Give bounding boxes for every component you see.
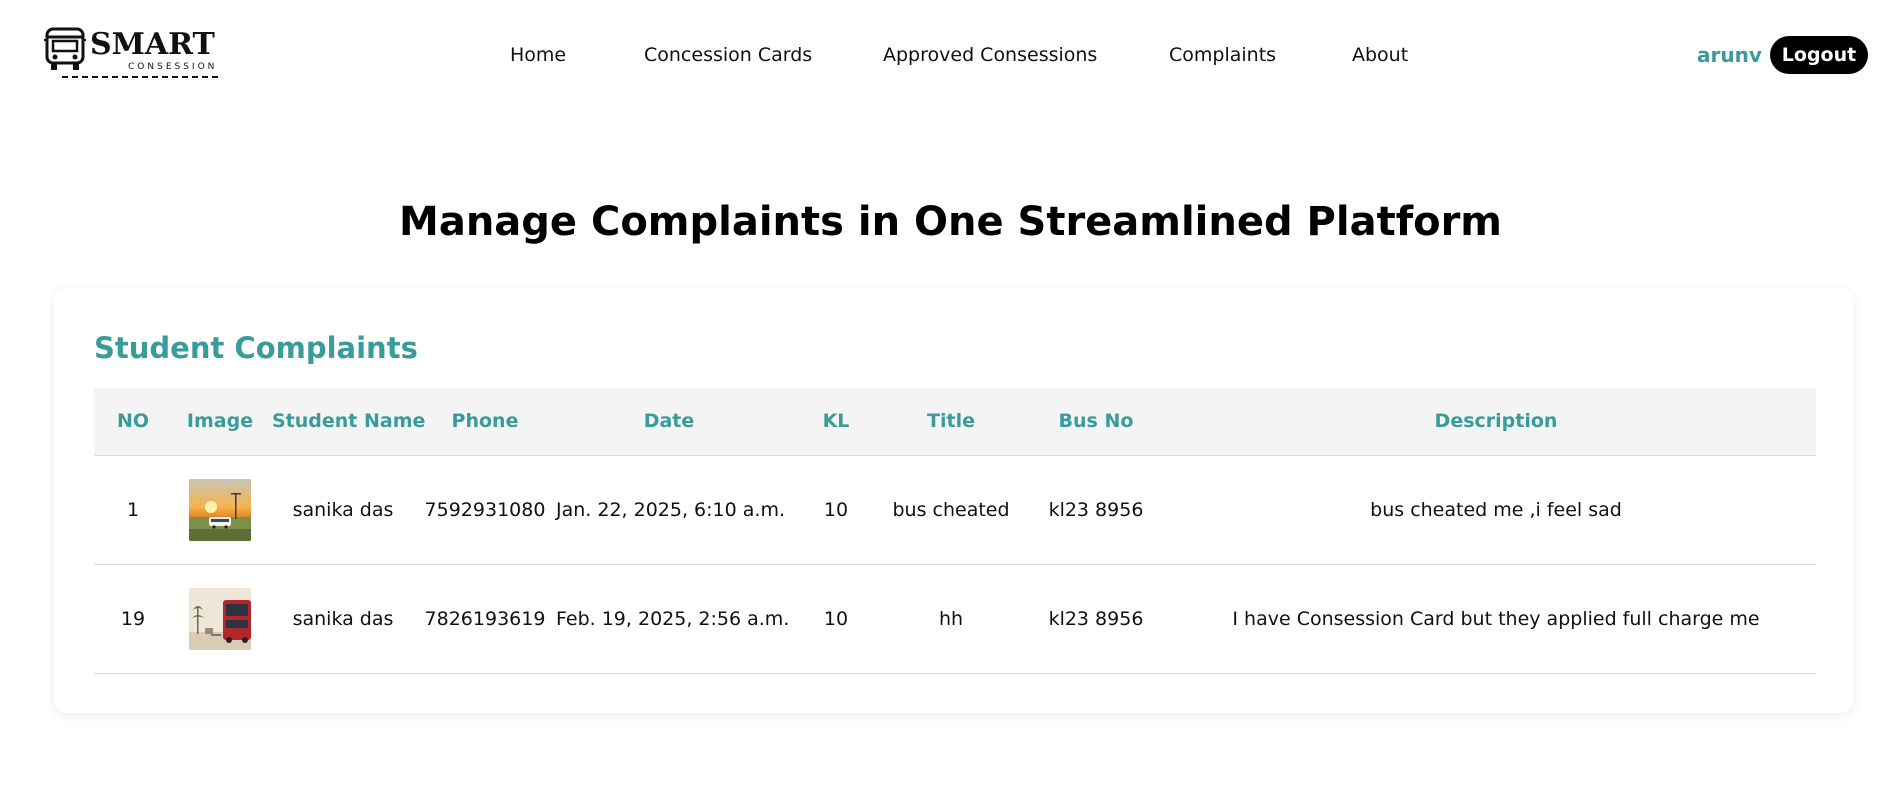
table-header-row: NO Image Student Name Phone Date KL Titl… xyxy=(94,388,1816,455)
cell-description: I have Consession Card but they applied … xyxy=(1176,564,1816,674)
page-title: Manage Complaints in One Streamlined Pla… xyxy=(399,199,1502,245)
cell-no: 19 xyxy=(94,564,172,674)
cell-title: bus cheated xyxy=(886,455,1016,565)
cell-description: bus cheated me ,i feel sad xyxy=(1176,455,1816,565)
nav-home-link[interactable]: Home xyxy=(510,40,566,70)
current-user-name[interactable]: arunv xyxy=(1697,40,1762,70)
red-bus-street-photo-icon[interactable] xyxy=(189,587,251,650)
logout-button[interactable]: Logout xyxy=(1770,36,1868,74)
nav-concession-cards-link[interactable]: Concession Cards xyxy=(644,40,812,70)
cell-bus-no: kl23 8956 xyxy=(1016,455,1176,565)
cell-date: Jan. 22, 2025, 6:10 a.m. xyxy=(552,455,786,565)
column-header-bus-no: Bus No xyxy=(1016,388,1176,455)
cell-bus-no: kl23 8956 xyxy=(1016,564,1176,674)
nav-about-link[interactable]: About xyxy=(1352,40,1408,70)
column-header-kl: KL xyxy=(786,388,886,455)
cell-date: Feb. 19, 2025, 2:56 a.m. xyxy=(552,564,789,674)
bus-sunset-photo-icon[interactable] xyxy=(189,478,251,541)
nav-complaints-link[interactable]: Complaints xyxy=(1169,40,1276,70)
complaints-table: NO Image Student Name Phone Date KL Titl… xyxy=(94,388,1816,674)
column-header-phone: Phone xyxy=(418,388,552,455)
cell-phone: 7826193619 xyxy=(418,564,552,674)
column-header-date: Date xyxy=(552,388,786,455)
complaints-card-title: Student Complaints xyxy=(94,331,418,365)
nav-approved-consessions-link[interactable]: Approved Consessions xyxy=(883,40,1097,70)
cell-kl: 10 xyxy=(786,564,886,674)
table-row: 1 sanika das 7592931080 Jan. 22, 2025, 6… xyxy=(94,455,1816,565)
cell-student-name: sanika das xyxy=(268,455,418,565)
complaints-card: Student Complaints NO Image Student Name… xyxy=(54,288,1853,713)
column-header-description: Description xyxy=(1176,388,1816,455)
table-row: 19 sanika das 7826193619 Feb. 19, 2025, … xyxy=(94,564,1816,674)
column-header-title: Title xyxy=(886,388,1016,455)
column-header-student-name: Student Name xyxy=(268,388,425,455)
cell-image xyxy=(172,564,268,674)
main-nav: Home Concession Cards Approved Consessio… xyxy=(0,40,1901,70)
cell-kl: 10 xyxy=(786,455,886,565)
navbar: SMART CONSESSION Home Concession Cards A… xyxy=(0,0,1901,110)
cell-title: hh xyxy=(886,564,1016,674)
cell-student-name: sanika das xyxy=(268,564,418,674)
cell-image xyxy=(172,455,268,565)
column-header-no: NO xyxy=(94,388,172,455)
cell-no: 1 xyxy=(94,455,172,565)
brand-dashed-line xyxy=(62,76,218,78)
column-header-image: Image xyxy=(172,388,268,455)
cell-phone: 7592931080 xyxy=(418,455,552,565)
